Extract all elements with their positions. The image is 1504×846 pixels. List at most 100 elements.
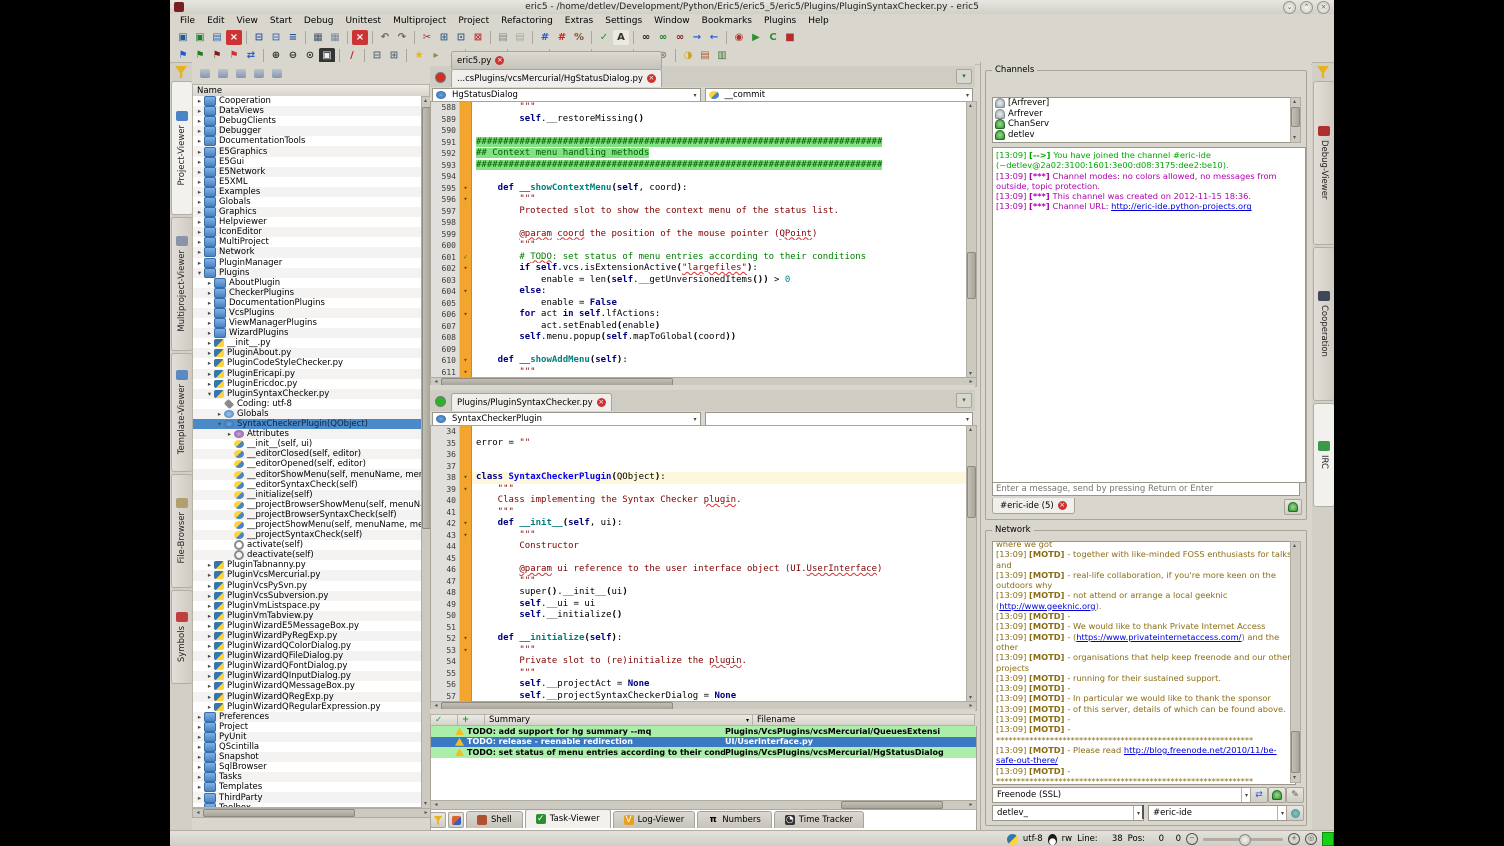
metrics-icon[interactable]: ▥	[714, 48, 730, 63]
tab-log-viewer[interactable]: VLog-Viewer	[613, 811, 696, 828]
tree-item[interactable]: ▸PluginEricdoc.py	[193, 379, 423, 389]
edit-network-icon[interactable]: ✎	[1286, 787, 1304, 803]
close-tab-icon[interactable]: ×	[495, 56, 504, 65]
tree-item[interactable]: ▸PluginVmListspace.py	[193, 601, 423, 611]
menu-extras[interactable]: Extras	[559, 15, 599, 27]
sidebar-tab-template-viewer[interactable]: Template-Viewer	[171, 353, 193, 472]
fold-marker[interactable]: ▾	[460, 518, 472, 530]
code-line[interactable]: 37	[431, 461, 967, 473]
code-line[interactable]: 598	[431, 217, 967, 229]
expander-closed-icon[interactable]: ▸	[205, 329, 214, 337]
project-resources-icon[interactable]	[234, 67, 248, 80]
project-tree-hscrollbar[interactable]: ◂ ▸	[192, 808, 432, 818]
save-as-icon[interactable]: ⊟	[268, 30, 284, 45]
sidebar-tab-multiproject-viewer[interactable]: Multiproject-Viewer	[171, 217, 193, 351]
run-icon[interactable]: ▶	[748, 30, 764, 45]
code-line[interactable]: 592## Context menu handling methods	[431, 148, 967, 160]
task-row[interactable]: TODO: set status of menu entries accordi…	[431, 747, 976, 758]
tree-item[interactable]: activate(self)	[193, 540, 423, 550]
expander-closed-icon[interactable]: ▸	[195, 228, 204, 236]
tree-item[interactable]: ▸WizardPlugins	[193, 328, 423, 338]
editor1-method-combo[interactable]: __commit▾	[705, 88, 974, 102]
menu-start[interactable]: Start	[264, 15, 298, 27]
editor2-tab-list-button[interactable]: ▾	[956, 393, 972, 408]
window-new-icon[interactable]: ▣	[175, 30, 191, 45]
user-row[interactable]: ChanServ	[993, 119, 1291, 130]
expander-closed-icon[interactable]: ▸	[205, 592, 214, 600]
profile-icon[interactable]: ▤	[697, 48, 713, 63]
sidebar-tab-debug-viewer[interactable]: Debug-Viewer	[1313, 81, 1334, 245]
filter-icon[interactable]	[1317, 66, 1329, 78]
close-tab-icon[interactable]: ×	[597, 398, 606, 407]
menu-view[interactable]: View	[231, 15, 264, 27]
tree-item[interactable]: ▸PluginWizardQRegularExpression.py	[193, 702, 423, 712]
code-line[interactable]: 604▾ else:	[431, 286, 967, 298]
expander-closed-icon[interactable]: ▸	[205, 693, 214, 701]
delete-icon[interactable]: ⊠	[470, 30, 486, 45]
expander-closed-icon[interactable]: ▸	[195, 733, 204, 741]
tree-item[interactable]: ▸PluginWizardQColorDialog.py	[193, 641, 423, 651]
expander-closed-icon[interactable]: ▸	[195, 238, 204, 246]
code-line[interactable]: 49 self.__ui = ui	[431, 599, 967, 611]
tree-item[interactable]: ▸ThirdParty	[193, 792, 423, 802]
zoom-out-icon[interactable]: −	[1186, 833, 1198, 845]
task-add-icon[interactable]: +	[458, 714, 485, 726]
tree-item[interactable]: __projectSyntaxCheck(self)	[193, 530, 423, 540]
expander-closed-icon[interactable]: ▸	[205, 319, 214, 327]
code-line[interactable]: 50 self.__initialize()	[431, 610, 967, 622]
nav-forward-icon[interactable]: →	[689, 30, 705, 45]
expander-closed-icon[interactable]: ▸	[205, 289, 214, 297]
paste-icon[interactable]: ⊡	[453, 30, 469, 45]
autocomplete-icon[interactable]: A	[613, 30, 629, 45]
search-next-icon[interactable]: ∞	[655, 30, 671, 45]
tree-item[interactable]: __projectShowMenu(self, menuName, menu)	[193, 520, 423, 530]
eol-linux-icon[interactable]	[1048, 834, 1057, 845]
expander-closed-icon[interactable]: ▸	[195, 248, 204, 256]
sidebar-tab-symbols[interactable]: Symbols	[171, 590, 193, 684]
tree-item[interactable]: ▸DebugClients	[193, 116, 423, 126]
code-line[interactable]: 56 self.__projectAct = None	[431, 679, 967, 691]
bookmark-next-icon[interactable]: ⚑	[192, 48, 208, 63]
expander-closed-icon[interactable]: ▸	[205, 339, 214, 347]
code-line[interactable]: 38▾class SyntaxCheckerPlugin(QObject):	[431, 472, 967, 484]
menu-refactoring[interactable]: Refactoring	[495, 15, 559, 27]
code-line[interactable]: 43▾ """	[431, 530, 967, 542]
sidebar-tab-irc[interactable]: IRC	[1313, 403, 1334, 507]
tab-task-viewer[interactable]: ✓Task-Viewer	[525, 809, 611, 828]
channel-tab-eric-ide[interactable]: #eric-ide (5) ×	[992, 498, 1075, 514]
code-line[interactable]: 606▾ for act in self.lfActions:	[431, 309, 967, 321]
zoom-in-icon[interactable]: +	[1288, 833, 1300, 845]
editor2-method-combo[interactable]: ▾	[705, 412, 974, 426]
fold-marker[interactable]: ▾	[460, 286, 472, 298]
tree-item[interactable]: deactivate(self)	[193, 550, 423, 560]
tree-item[interactable]: ▸PluginVcsSubversion.py	[193, 591, 423, 601]
code-line[interactable]: 44 Constructor	[431, 541, 967, 553]
tree-item[interactable]: ▸PluginWizardQRegExp.py	[193, 692, 423, 702]
tree-item[interactable]: ▸AboutPlugin	[193, 278, 423, 288]
nav-back-icon[interactable]: ←	[706, 30, 722, 45]
tree-item[interactable]: ▸E5Network	[193, 167, 423, 177]
zoom-slider[interactable]	[1203, 838, 1283, 841]
code-line[interactable]: 40 Class implementing the Syntax Checker…	[431, 495, 967, 507]
tree-item[interactable]: ▸Debugger	[193, 126, 423, 136]
expander-closed-icon[interactable]: ▸	[205, 380, 214, 388]
code-line[interactable]: 35error = ""	[431, 438, 967, 450]
fold-marker[interactable]: ▾	[460, 633, 472, 645]
user-row[interactable]: detlev	[993, 130, 1291, 141]
tree-item[interactable]: ▸Globals	[193, 409, 423, 419]
expander-closed-icon[interactable]: ▸	[205, 622, 214, 630]
tree-item[interactable]: ▸PluginAbout.py	[193, 348, 423, 358]
tree-item[interactable]: ▸DocumentationTools	[193, 136, 423, 146]
expander-closed-icon[interactable]: ▸	[195, 723, 204, 731]
link[interactable]: https://www.privateinternetaccess.com/	[1076, 632, 1241, 642]
tree-item[interactable]: ▸Project	[193, 722, 423, 732]
code-line[interactable]: 597 Protected slot to show the context m…	[431, 206, 967, 218]
expander-closed-icon[interactable]: ▸	[195, 794, 204, 802]
editor1-class-combo[interactable]: HgStatusDialog▾	[432, 88, 701, 102]
tree-item[interactable]: __initialize(self)	[193, 490, 423, 500]
menu-window[interactable]: Window	[648, 15, 696, 27]
code-line[interactable]: 48 super().__init__(ui)	[431, 587, 967, 599]
tree-item[interactable]: ▸Helpviewer	[193, 217, 423, 227]
tree-item[interactable]: ▸PluginWizardE5MessageBox.py	[193, 621, 423, 631]
task-filter-check-icon[interactable]: ✓	[430, 714, 458, 726]
